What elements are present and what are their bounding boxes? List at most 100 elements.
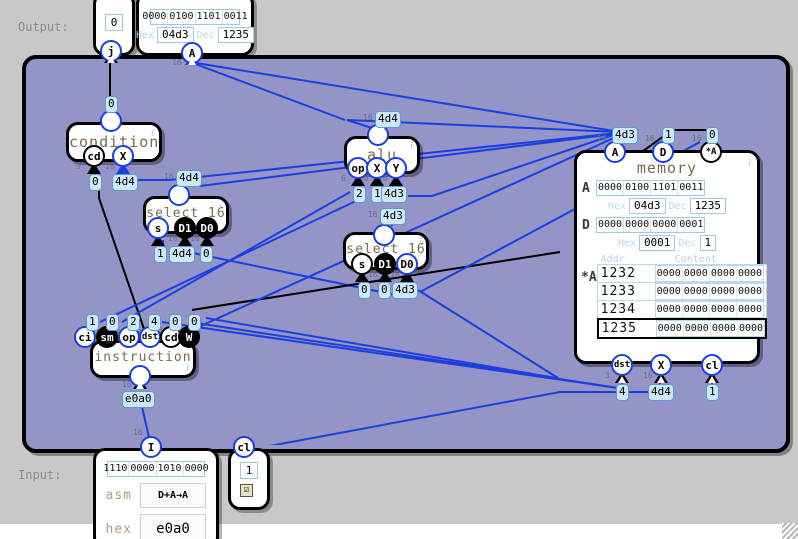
memory-D-bits[interactable]: 0000 0000 0000 0001: [596, 217, 706, 233]
bit-group: 0000: [598, 218, 625, 232]
alu-port-Y[interactable]: Y: [385, 157, 407, 179]
dec-label: Dec: [196, 29, 215, 41]
memory-port-D[interactable]: D: [652, 141, 674, 163]
bit-group: 0000: [683, 266, 710, 281]
instruction-cd-value: 0: [169, 314, 182, 331]
bit-group: 0000: [683, 302, 710, 317]
select16-top-port-D0[interactable]: D0: [196, 217, 218, 239]
select16-top-port-D1[interactable]: D1: [174, 217, 196, 239]
memory-table-header: Addr Content: [597, 254, 767, 265]
instruction-op-value: 2: [127, 314, 140, 331]
memory-dst-bitwidth: 3: [605, 371, 610, 380]
input-label: Input:: [18, 468, 62, 482]
hex-value: 04d3: [629, 198, 666, 214]
memory-port-X[interactable]: X: [650, 354, 672, 376]
dec-value: 1235: [217, 27, 255, 43]
bit-group: 1110: [103, 462, 130, 476]
memory-row-content: 0000 0000 0000 0000: [654, 265, 765, 282]
bit-group: 1101: [196, 10, 223, 24]
memory-starA-port-bitwidth: 16: [692, 134, 702, 143]
bit-group: 0000: [657, 321, 684, 336]
clock-value[interactable]: 1: [239, 462, 259, 479]
app-canvas: Output: 0 j 0000 0100 1101 0011 Hex 04d3…: [0, 0, 798, 539]
condition-port-cd[interactable]: cd: [83, 145, 105, 167]
select16-bottom-output-node[interactable]: [373, 224, 395, 246]
hex-value: 0001: [638, 235, 676, 251]
instruction-sm-value: 0: [106, 314, 119, 331]
memory-D-port-value: 1: [662, 127, 675, 144]
select16-top-s-value: 1: [154, 246, 167, 263]
input-port-cl[interactable]: cl: [233, 436, 255, 458]
table-row-selected[interactable]: 1235 0000 0000 0000 0000: [596, 318, 768, 339]
output-a-arrow-inner: [188, 58, 196, 65]
dec-value: 1: [699, 235, 717, 251]
condition-X-value: 4d4: [112, 174, 138, 191]
asm-value[interactable]: D+A→A: [140, 483, 206, 508]
memory-port-cl[interactable]: cl: [701, 354, 723, 376]
hex-label: Hex: [617, 237, 636, 249]
bit-group: 0000: [184, 463, 209, 474]
input-hex-row: hex e0a0: [96, 514, 216, 539]
clock-checkbox[interactable]: ☑: [240, 484, 253, 497]
select16-top-port-s[interactable]: s: [147, 217, 169, 239]
memory-dst-value: 4: [616, 384, 629, 401]
memory-port-dst[interactable]: dst: [611, 354, 633, 376]
info-icon[interactable]: i: [748, 157, 751, 169]
memory-row-addr: 1232: [600, 266, 636, 281]
memory-D-hexdec: Hex 0001 Dec 1: [577, 235, 757, 251]
memory-A-label: A: [582, 180, 590, 196]
memory-row-content: 0000 0000 0000 0000: [655, 320, 766, 337]
hex-label: hex: [105, 521, 132, 537]
info-icon[interactable]: i: [186, 362, 189, 374]
output-label: Output:: [18, 20, 69, 34]
dec-value: 1235: [689, 198, 727, 214]
memory-A-port-bitwidth: 16: [597, 134, 607, 143]
condition-port-X[interactable]: X: [112, 145, 134, 167]
bit-group: 0000: [684, 321, 711, 336]
select16-bottom-port-D0[interactable]: D0: [396, 253, 418, 275]
info-icon[interactable]: i: [219, 200, 222, 212]
module-memory[interactable]: memory i A 0000 0100 1101 0011 Hex 04d3 …: [574, 150, 768, 364]
memory-port-A[interactable]: A: [604, 141, 626, 163]
alu-output-value: 4d4: [375, 111, 401, 128]
input-port-I[interactable]: I: [140, 436, 162, 458]
bit-group: 0000: [737, 268, 763, 279]
table-row[interactable]: 1233 0000 0000 0000 0000: [596, 282, 768, 301]
memory-row-addr: 1234: [600, 302, 636, 317]
resize-grip[interactable]: [782, 523, 798, 539]
column-header-content: Content: [674, 254, 717, 265]
input-box-clock: 1 ☑: [228, 448, 270, 510]
hex-value: 04d3: [157, 27, 194, 43]
memory-A-bits[interactable]: 0000 0100 1101 0011: [596, 180, 706, 196]
select16-top-output-bitwidth: 16: [164, 172, 174, 181]
memory-cl-arrow-inner: [708, 376, 716, 383]
info-icon[interactable]: i: [410, 140, 413, 152]
condition-cd-bitwidth: 3: [76, 162, 81, 171]
select16-bottom-port-s[interactable]: s: [351, 253, 373, 275]
info-icon[interactable]: i: [151, 127, 154, 139]
bit-group: 0001: [679, 219, 704, 230]
input-instruction-bits[interactable]: 1110 0000 1010 0000: [103, 461, 209, 477]
instruction-input-value: e0a0: [122, 391, 155, 408]
memory-row-content: 0000 0000 0000 0000: [654, 283, 765, 300]
select16-top-output-node[interactable]: [168, 184, 190, 206]
info-icon[interactable]: i: [419, 236, 422, 248]
output-j-value: 0: [104, 14, 124, 31]
memory-A-hexdec: Hex 04d3 Dec 1235: [577, 198, 757, 214]
hex-label: Hex: [607, 200, 626, 212]
memory-port-star-A[interactable]: *A: [700, 141, 722, 163]
bit-group: 0000: [130, 462, 157, 476]
select16-top-D1-value: 4d4: [169, 246, 195, 263]
select16-bottom-D1-value: 0: [378, 282, 391, 299]
alu-op-value: 2: [353, 186, 366, 203]
bit-group: 0100: [625, 181, 652, 195]
condition-output-node[interactable]: [100, 110, 122, 132]
hex-value[interactable]: e0a0: [140, 514, 206, 539]
condition-output-value: 0: [105, 96, 118, 113]
select16-bottom-port-D1[interactable]: D1: [374, 253, 396, 275]
table-row[interactable]: 1232 0000 0000 0000 0000: [596, 264, 768, 283]
table-row[interactable]: 1234 0000 0000 0000 0000: [596, 300, 768, 319]
bit-group: 0000: [737, 304, 763, 315]
dec-label: Dec: [678, 237, 697, 249]
bit-group: 0011: [223, 11, 248, 22]
